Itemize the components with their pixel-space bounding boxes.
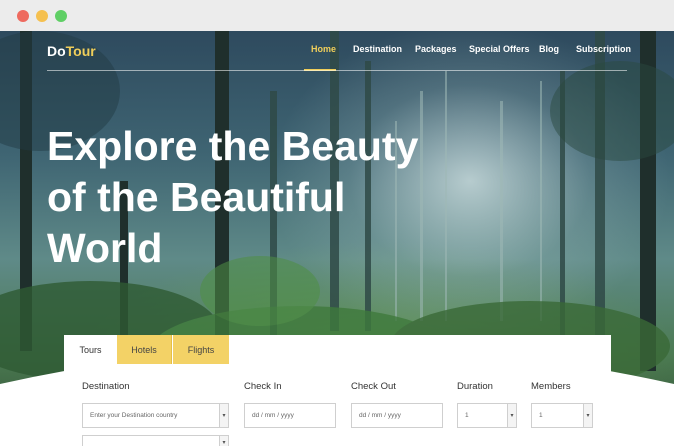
duration-value: 1 [465,412,469,419]
secondary-select[interactable]: ▾ [82,435,229,446]
nav-item-subscription[interactable]: Subscription [576,44,631,54]
check-in-input[interactable] [252,412,335,419]
tab-tours[interactable]: Tours [64,335,117,364]
headline-line-1: Explore the Beauty [47,123,419,169]
nav-item-destination[interactable]: Destination [353,44,402,54]
nav-item-packages[interactable]: Packages [415,44,457,54]
destination-label: Destination [82,381,130,392]
members-select[interactable]: 1 ▾ [531,403,593,428]
tab-flights[interactable]: Flights [173,335,229,364]
nav-item-home[interactable]: Home [311,44,336,54]
headline-line-3: World [47,225,163,271]
window-minimize-icon[interactable] [36,10,48,22]
check-out-input[interactable] [359,412,442,419]
duration-label: Duration [457,381,493,392]
check-out-field[interactable] [351,403,443,428]
check-in-label: Check In [244,381,282,392]
check-out-label: Check Out [351,381,396,392]
window-maximize-icon[interactable] [55,10,67,22]
check-in-field[interactable] [244,403,336,428]
chevron-down-icon[interactable]: ▾ [583,404,592,427]
members-value: 1 [539,412,543,419]
nav-item-special-offers[interactable]: Special Offers [469,44,530,54]
destination-input[interactable] [90,412,228,419]
headline-line-2: of the Beautiful [47,174,346,220]
hero-headline: Explore the Beauty of the Beautiful Worl… [47,121,467,274]
nav-divider [47,70,627,71]
chevron-down-icon[interactable]: ▾ [219,436,228,446]
chevron-down-icon[interactable]: ▾ [507,404,516,427]
main-nav: Home Destination Packages Special Offers… [0,44,674,64]
destination-select[interactable]: ▾ [82,403,229,428]
search-panel: Tours Hotels Flights Destination Check I… [64,335,611,446]
tab-hotels[interactable]: Hotels [117,335,172,364]
duration-select[interactable]: 1 ▾ [457,403,517,428]
chevron-down-icon[interactable]: ▾ [219,404,228,427]
window-close-icon[interactable] [17,10,29,22]
nav-item-blog[interactable]: Blog [539,44,559,54]
browser-chrome [0,0,674,31]
members-label: Members [531,381,571,392]
